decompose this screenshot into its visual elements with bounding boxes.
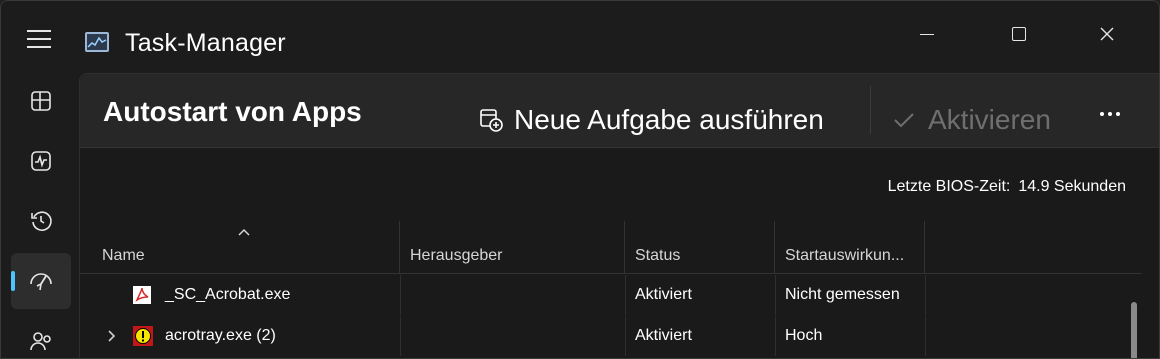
row-impact: Hoch (785, 327, 823, 344)
minimize-button[interactable] (905, 19, 949, 49)
table-row[interactable]: acrotray.exe (2) Aktiviert Hoch (80, 316, 1142, 356)
table-row[interactable]: _SC_Acrobat.exe Aktiviert Nicht gemessen (80, 275, 1142, 315)
title-bar: Task-Manager (1, 1, 1159, 71)
bios-time-value: 14.9 Sekunden (1018, 178, 1126, 195)
app-title: Task-Manager (125, 29, 286, 57)
bios-time-label: Letzte BIOS-Zeit: (887, 178, 1011, 195)
page-title: Autostart von Apps (103, 96, 362, 127)
maximize-icon (1012, 27, 1026, 41)
bios-time: Letzte BIOS-Zeit: 14.9 Sekunden (888, 178, 1126, 196)
acrotray-warning-icon (132, 316, 154, 356)
acrobat-file-icon (132, 275, 152, 315)
row-status: Aktiviert (635, 327, 692, 344)
table-header: Name Herausgeber Status Startauswirkun..… (80, 221, 1142, 274)
performance-icon (31, 151, 51, 171)
vertical-scrollbar[interactable] (1131, 302, 1137, 358)
processes-icon (31, 91, 51, 111)
sidebar (1, 71, 79, 358)
selection-indicator (11, 271, 15, 291)
new-task-button[interactable]: Neue Aufgabe ausführen (478, 100, 824, 140)
column-label: Herausgeber (410, 247, 503, 264)
column-header-status[interactable]: Status (625, 221, 775, 274)
page-header: Autostart von Apps Neue Aufgabe ausführe… (80, 74, 1159, 148)
sidebar-item-app-history[interactable] (11, 193, 71, 249)
row-name: _SC_Acrobat.exe (165, 286, 291, 303)
column-label: Status (635, 247, 681, 264)
activate-label: Aktivieren (928, 104, 1051, 135)
hamburger-icon[interactable] (27, 30, 51, 50)
toolbar-separator (870, 86, 871, 134)
column-header-startup-impact[interactable]: Startauswirkun... (775, 221, 925, 274)
activate-button[interactable]: Aktivieren (892, 100, 1051, 140)
more-options-button[interactable] (1100, 104, 1130, 124)
sidebar-item-processes[interactable] (11, 73, 71, 129)
startup-apps-icon (30, 273, 52, 291)
row-name: acrotray.exe (2) (165, 327, 276, 344)
content-panel: Autostart von Apps Neue Aufgabe ausführe… (79, 73, 1159, 358)
sidebar-item-startup-apps[interactable] (11, 253, 71, 309)
expand-chevron-icon[interactable] (106, 316, 118, 356)
sidebar-item-performance[interactable] (11, 133, 71, 189)
maximize-button[interactable] (997, 19, 1041, 49)
new-task-icon (480, 109, 503, 132)
close-button[interactable] (1085, 19, 1129, 49)
app-history-icon (31, 211, 52, 231)
column-label: Name (102, 247, 145, 264)
new-task-label: Neue Aufgabe ausführen (514, 104, 824, 135)
task-manager-window: Task-Manager Autostart von Apps Neue Auf… (0, 0, 1160, 359)
sidebar-item-users[interactable] (11, 313, 71, 358)
close-icon (1100, 27, 1114, 41)
column-header-publisher[interactable]: Herausgeber (400, 221, 625, 274)
minimize-icon (920, 33, 934, 35)
column-header-name[interactable]: Name (92, 221, 400, 274)
row-status: Aktiviert (635, 286, 692, 303)
more-options-icon (1100, 112, 1104, 116)
users-icon (30, 332, 51, 351)
sort-ascending-icon (238, 228, 250, 236)
column-label: Startauswirkun... (785, 247, 905, 264)
row-impact: Nicht gemessen (785, 286, 900, 303)
checkmark-icon (894, 113, 914, 128)
task-manager-icon (85, 32, 109, 52)
